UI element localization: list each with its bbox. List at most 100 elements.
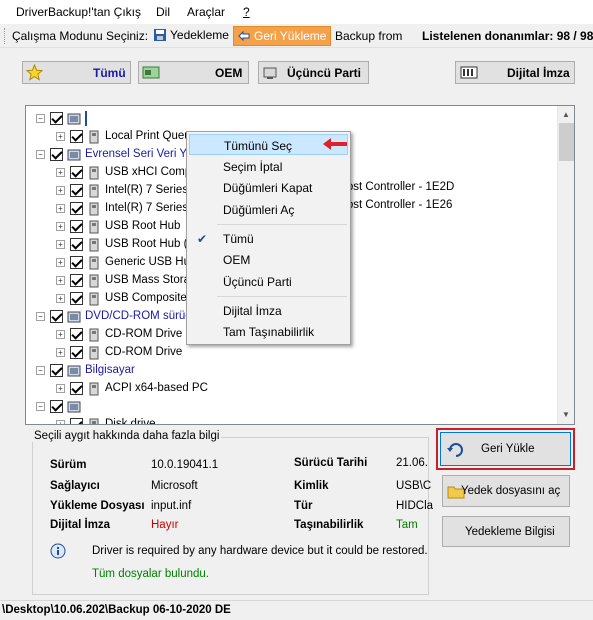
menu-filter-digital-signature[interactable]: Dijital İmza	[189, 300, 348, 321]
tree-scrollbar[interactable]: ▲ ▼	[557, 106, 574, 424]
restore-button[interactable]: Geri Yükle	[440, 432, 571, 466]
menu-language[interactable]: Dil	[156, 5, 170, 19]
scroll-up-icon[interactable]: ▲	[562, 110, 570, 119]
device-icon	[89, 292, 99, 306]
expand-icon[interactable]: +	[56, 204, 65, 213]
restore-arrow-icon	[238, 30, 250, 42]
tree-device-row[interactable]: + CD-ROM Drive	[26, 344, 556, 362]
tree-checkbox[interactable]	[70, 328, 83, 341]
filter-oem-button[interactable]: OEM	[138, 61, 249, 84]
menu-help[interactable]: ?	[243, 5, 250, 19]
backup-info-button[interactable]: Yedekleme Bilgisi	[442, 516, 570, 547]
expand-icon[interactable]: +	[56, 420, 65, 424]
tree-checkbox[interactable]	[70, 130, 83, 143]
type-label: Tür	[294, 500, 313, 512]
red-arrow-icon	[323, 138, 347, 150]
scroll-thumb[interactable]	[559, 123, 574, 161]
tree-category-row[interactable]: −	[26, 398, 556, 416]
menu-tools[interactable]: Araçlar	[187, 5, 225, 19]
device-category-icon	[67, 401, 81, 413]
mode-label: Çalışma Modunu Seçiniz:	[12, 29, 149, 43]
collapse-icon[interactable]: −	[36, 150, 45, 159]
expand-icon[interactable]: +	[56, 384, 65, 393]
backup-from-label[interactable]: Backup from	[335, 29, 402, 43]
filter-all-button[interactable]: Tümü	[22, 61, 131, 84]
tree-device-label: USB Root Hub (I	[105, 238, 191, 250]
tree-checkbox[interactable]	[70, 238, 83, 251]
device-category-icon	[67, 149, 81, 161]
tree-device-label: Intel(R) 7 Series/	[105, 202, 192, 214]
tree-checkbox[interactable]	[70, 202, 83, 215]
expand-icon[interactable]: +	[56, 240, 65, 249]
filter-oem-label: OEM	[215, 66, 243, 80]
filter-third-party-label: Üçüncü Parti	[287, 66, 362, 80]
open-backup-file-button[interactable]: Yedek dosyasını aç	[442, 475, 570, 507]
tree-checkbox[interactable]	[70, 292, 83, 305]
tree-checkbox[interactable]	[50, 400, 63, 413]
toolbar: Çalışma Modunu Seçiniz: Yedekleme Geri Y…	[0, 24, 593, 48]
menu-exit[interactable]: DriverBackup!'tan Çıkış	[16, 5, 141, 19]
collapse-icon[interactable]: −	[36, 312, 45, 321]
tree-device-label: Intel(R) 7 Series/	[105, 184, 192, 196]
filter-third-party-button[interactable]: Üçüncü Parti	[258, 61, 369, 84]
expand-icon[interactable]: +	[56, 258, 65, 267]
device-icon	[89, 328, 99, 342]
scroll-down-icon[interactable]: ▼	[562, 410, 570, 419]
device-icon	[89, 166, 99, 180]
tree-checkbox[interactable]	[50, 148, 63, 161]
context-menu: Tümünü Seç Seçim İptal Düğümleri Kapat D…	[186, 131, 351, 345]
status-path: \Desktop\10.06.202\Backup 06-10-2020 DE	[2, 604, 231, 616]
tree-device-label: CD-ROM Drive	[105, 328, 183, 340]
menu-filter-oem[interactable]: OEM	[189, 249, 348, 270]
tree-checkbox[interactable]	[70, 418, 83, 424]
tree-checkbox[interactable]	[70, 166, 83, 179]
tree-checkbox[interactable]	[70, 220, 83, 233]
expand-icon[interactable]: +	[56, 186, 65, 195]
tree-checkbox[interactable]	[70, 256, 83, 269]
restore-button-label: Geri Yükle	[481, 443, 535, 455]
collapse-icon[interactable]: −	[36, 402, 45, 411]
tree-category-row[interactable]: −	[26, 110, 556, 128]
menu-filter-third-party-label: Üçüncü Parti	[223, 275, 292, 289]
tree-checkbox[interactable]	[70, 346, 83, 359]
collapse-icon[interactable]: −	[36, 114, 45, 123]
expand-icon[interactable]: +	[56, 132, 65, 141]
info-note: Driver is required by any hardware devic…	[92, 545, 428, 557]
tree-category-label: DVD/CD-ROM sürüc	[85, 310, 192, 322]
expand-icon[interactable]: +	[56, 294, 65, 303]
restore-mode-button[interactable]: Geri Yükleme	[233, 26, 332, 46]
tree-device-label: CD-ROM Drive	[105, 346, 183, 358]
tree-device-row[interactable]: + ACPI x64-based PC	[26, 380, 556, 398]
tree-checkbox[interactable]	[50, 364, 63, 377]
collapse-icon[interactable]: −	[36, 366, 45, 375]
menu-filter-full-portability[interactable]: Tam Taşınabilirlik	[189, 321, 348, 342]
menu-expand-nodes[interactable]: Düğümleri Aç	[189, 199, 348, 220]
tree-category-row[interactable]: − Bilgisayar	[26, 362, 556, 380]
menu-cancel-selection[interactable]: Seçim İptal	[189, 156, 348, 177]
menu-filter-all[interactable]: ✔ Tümü	[189, 228, 348, 249]
tree-checkbox[interactable]	[70, 382, 83, 395]
expand-icon[interactable]: +	[56, 330, 65, 339]
device-icon	[89, 382, 99, 396]
tree-checkbox[interactable]	[50, 310, 63, 323]
tree-checkbox[interactable]	[70, 274, 83, 287]
tree-checkbox[interactable]	[50, 112, 63, 125]
menu-collapse-nodes[interactable]: Düğümleri Kapat	[189, 177, 348, 198]
tree-checkbox[interactable]	[70, 184, 83, 197]
filter-digital-signature-button[interactable]: Dijital İmza	[455, 61, 575, 84]
floppy-icon	[154, 29, 166, 41]
device-icon	[89, 202, 99, 216]
version-label: Sürüm	[50, 459, 87, 471]
tree-device-label: USB Root Hub	[105, 220, 181, 232]
expand-icon[interactable]: +	[56, 348, 65, 357]
expand-icon[interactable]: +	[56, 276, 65, 285]
backup-info-label: Yedekleme Bilgisi	[465, 526, 555, 538]
tree-device-row[interactable]: + Disk drive	[26, 416, 556, 424]
third-party-icon	[263, 67, 277, 79]
expand-icon[interactable]: +	[56, 168, 65, 177]
type-value: HIDCla	[396, 500, 434, 512]
menu-filter-third-party[interactable]: Üçüncü Parti	[189, 271, 348, 292]
backup-mode-button[interactable]: Yedekleme	[150, 26, 233, 46]
expand-icon[interactable]: +	[56, 222, 65, 231]
restore-mode-label: Geri Yükleme	[254, 29, 327, 43]
